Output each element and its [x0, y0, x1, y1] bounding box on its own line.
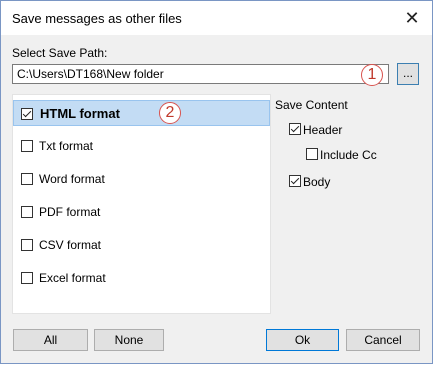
pdf-format-checkbox[interactable] [21, 206, 33, 218]
body-checkbox[interactable] [289, 175, 301, 187]
all-button[interactable]: All [13, 329, 88, 351]
close-icon[interactable]: ✕ [402, 8, 422, 28]
include-cc-label: Include Cc [320, 148, 377, 162]
format-label: Excel format [39, 271, 106, 285]
callout-badge-2: 2 [159, 102, 181, 124]
format-label: PDF format [39, 205, 101, 219]
save-path-label: Select Save Path: [12, 46, 108, 60]
format-list: HTML format 2 Txt format Word format PDF… [12, 94, 271, 314]
title-bar: Save messages as other files ✕ [1, 1, 432, 35]
format-label: HTML format [40, 106, 120, 121]
save-content-heading: Save Content [275, 98, 348, 112]
ok-button[interactable]: Ok [266, 329, 339, 351]
header-label: Header [303, 123, 343, 137]
cancel-button[interactable]: Cancel [346, 329, 420, 351]
format-label: Word format [39, 172, 105, 186]
window-title: Save messages as other files [12, 11, 182, 26]
word-format-checkbox[interactable] [21, 173, 33, 185]
save-path-input[interactable]: C:\Users\DT168\New folder [12, 64, 389, 84]
body-label: Body [303, 175, 331, 189]
format-label: CSV format [39, 238, 102, 252]
html-format-checkbox[interactable] [21, 108, 33, 120]
excel-format-checkbox[interactable] [21, 272, 33, 284]
none-button[interactable]: None [94, 329, 164, 351]
include-cc-checkbox[interactable] [306, 148, 318, 160]
format-item-excel[interactable]: Excel format [13, 265, 270, 291]
format-item-txt[interactable]: Txt format [13, 133, 270, 159]
csv-format-checkbox[interactable] [21, 239, 33, 251]
txt-format-checkbox[interactable] [21, 140, 33, 152]
format-item-word[interactable]: Word format [13, 166, 270, 192]
format-item-html[interactable]: HTML format 2 [13, 100, 270, 126]
callout-badge-1: 1 [361, 64, 383, 86]
header-checkbox[interactable] [289, 123, 301, 135]
browse-button[interactable]: ... [397, 63, 419, 85]
save-messages-dialog: Save messages as other files ✕ Select Sa… [0, 0, 433, 364]
format-label: Txt format [39, 139, 94, 153]
format-item-pdf[interactable]: PDF format [13, 199, 270, 225]
format-item-csv[interactable]: CSV format [13, 232, 270, 258]
